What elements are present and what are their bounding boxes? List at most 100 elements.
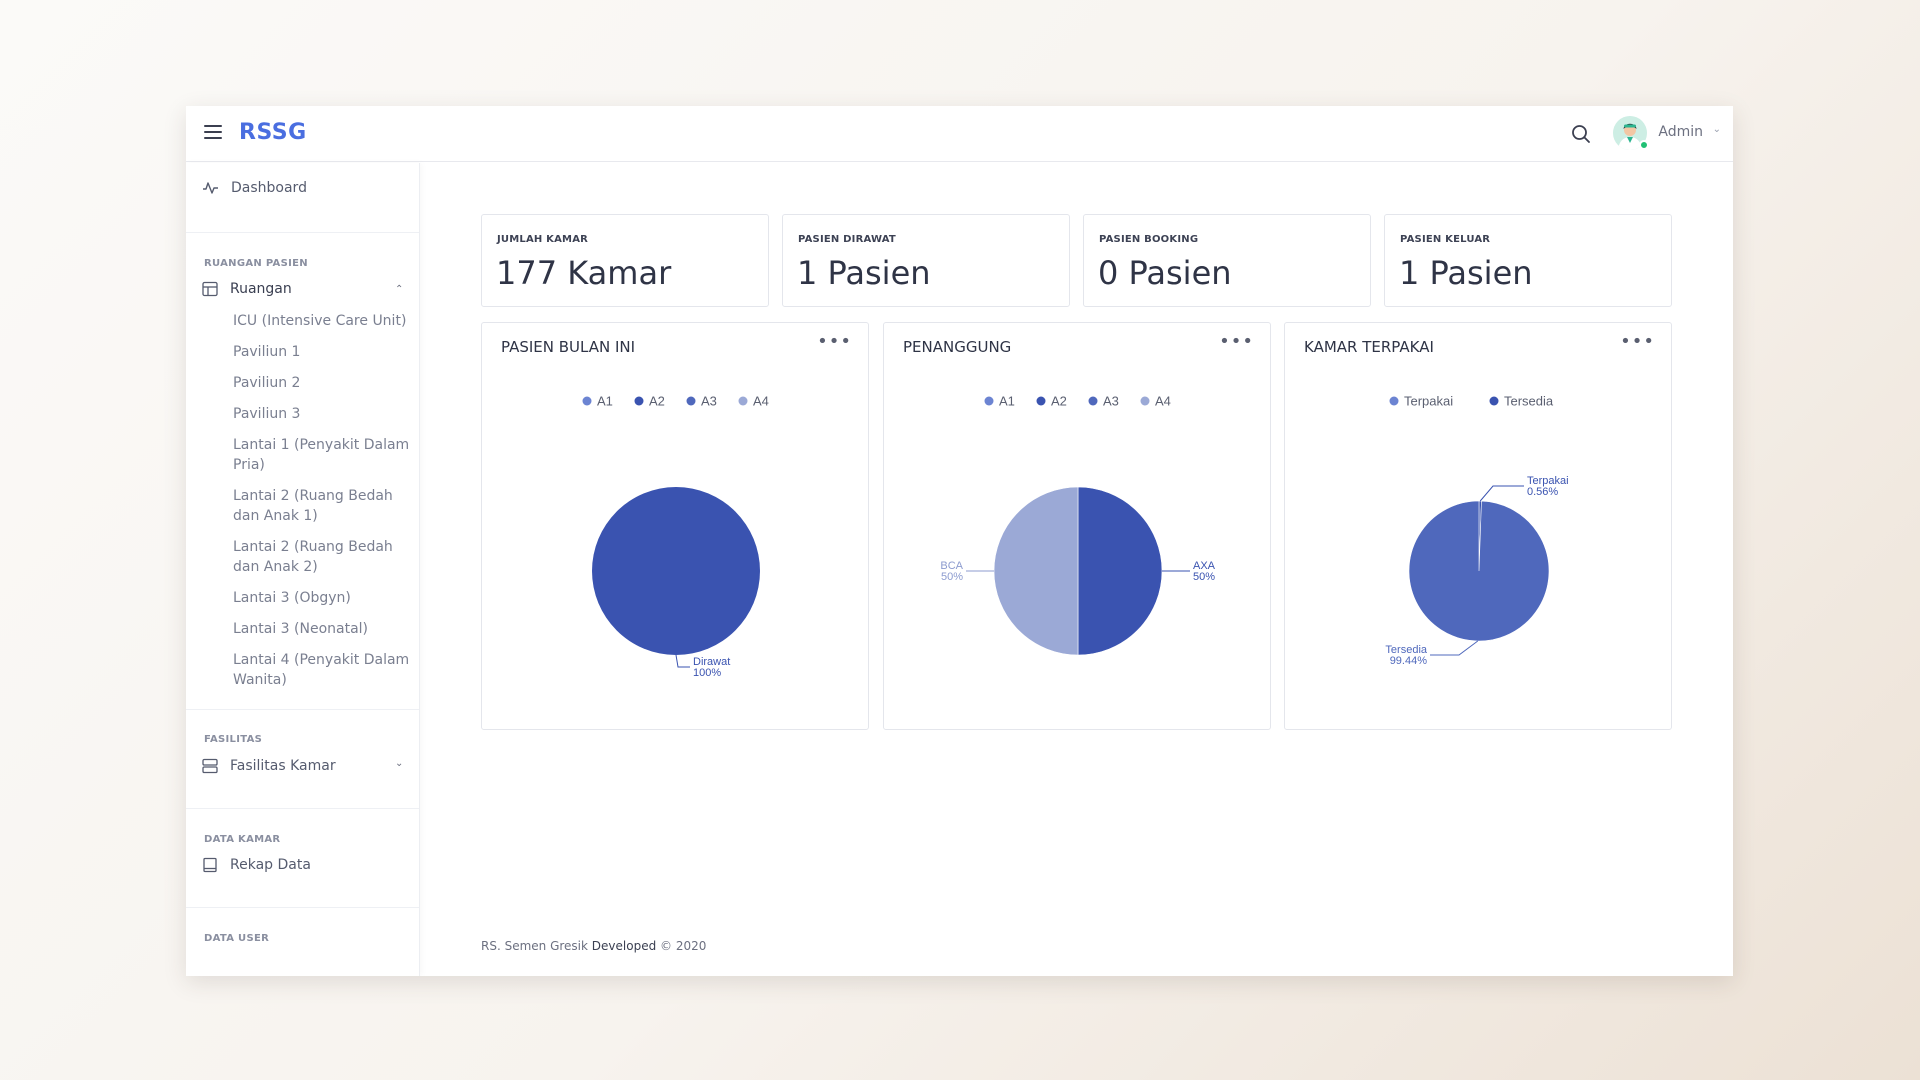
search-icon[interactable] (1569, 122, 1593, 146)
sidebar-subitem[interactable]: Lantai 2 (Ruang Bedah dan Anak 1) (233, 486, 413, 526)
pie-slice (1408, 500, 1550, 642)
stat-card-pasien-dirawat: PASIEN DIRAWAT 1 Pasien (782, 214, 1070, 307)
online-status-dot (1639, 140, 1649, 150)
chart-card-kamar-terpakai: Terpakai Tersedia Terpakai 0.56% Tersedia 99.… (1284, 322, 1672, 730)
sidebar-item-rekap-data[interactable]: Rekap Data (202, 857, 311, 873)
legend-marker (1389, 396, 1399, 406)
legend-label: A3 (1103, 394, 1119, 409)
more-options-icon[interactable]: ••• (1620, 331, 1655, 352)
chart-title: PENANGGUNG (903, 338, 1012, 356)
sidebar-subitem[interactable]: Paviliun 3 (233, 404, 413, 424)
section-heading-fasilitas: FASILITAS (204, 734, 263, 745)
footer-copyright: © 2020 (660, 939, 707, 953)
stat-value: 0 Pasien (1098, 254, 1232, 292)
label-connector (1430, 640, 1479, 656)
legend-label: A2 (649, 394, 665, 409)
section-heading-data-kamar: DATA KAMAR (204, 834, 281, 845)
sidebar-item-dashboard[interactable]: Dashboard (202, 180, 307, 196)
legend-marker (1036, 396, 1046, 406)
legend-marker (686, 396, 696, 406)
sidebar-subitem[interactable]: Paviliun 2 (233, 373, 413, 393)
pie-chart: A1 A2 A3 A4AXA50%BCA50% (940, 394, 1216, 656)
sidebar-subitem[interactable]: ICU (Intensive Care Unit) (233, 311, 413, 331)
data-label: 99.44% (1390, 655, 1428, 667)
stat-card-jumlah-kamar: JUMLAH KAMAR 177 Kamar (481, 214, 769, 307)
label-connector (675, 654, 690, 668)
footer-developed-link[interactable]: Developed (592, 939, 656, 953)
sidebar: Dashboard RUANGAN PASIEN Ruangan ⌃ ICU (… (186, 163, 420, 976)
stat-value: 1 Pasien (797, 254, 931, 292)
chart-card-pasien-bulan-ini: A1 A2 A3 A4 Dirawat 100% PASIEN BULAN INI ••• (481, 322, 869, 730)
activity-icon (203, 182, 218, 194)
sidebar-divider (186, 907, 419, 908)
sidebar-item-fasilitas-kamar[interactable]: Fasilitas Kamar (202, 758, 336, 774)
stat-value: 177 Kamar (496, 254, 672, 292)
stat-label: PASIEN BOOKING (1099, 234, 1199, 245)
stat-card-pasien-keluar: PASIEN KELUAR 1 Pasien (1384, 214, 1672, 307)
stat-label: PASIEN DIRAWAT (798, 234, 896, 245)
sidebar-item-ruangan[interactable]: Ruangan (202, 281, 292, 297)
data-label: 0.56% (1527, 486, 1558, 498)
pie-chart: A1 A2 A3 A4Dirawat100% (582, 394, 769, 679)
section-heading-ruangan-pasien: RUANGAN PASIEN (204, 258, 308, 269)
sidebar-subitem[interactable]: Lantai 3 (Obgyn) (233, 588, 413, 608)
legend-marker (1489, 396, 1499, 406)
chevron-up-icon[interactable]: ⌃ (395, 284, 403, 295)
sidebar-item-label: Ruangan (230, 281, 292, 297)
legend-label: A4 (1155, 394, 1171, 409)
data-label: 50% (941, 571, 963, 583)
stat-card-pasien-booking: PASIEN BOOKING 0 Pasien (1083, 214, 1371, 307)
user-name[interactable]: Admin (1658, 124, 1703, 140)
legend-marker (1088, 396, 1098, 406)
hamburger-menu-icon[interactable] (204, 125, 222, 143)
server-icon (202, 758, 218, 774)
brand-logo[interactable]: RSSG (239, 120, 307, 145)
legend-label: Tersedia (1504, 394, 1554, 409)
chart-title: PASIEN BULAN INI (501, 338, 636, 356)
top-navbar: RSSG Admin ⌄ (186, 106, 1733, 162)
legend-label: A3 (701, 394, 717, 409)
legend-label: Terpakai (1404, 394, 1453, 409)
more-options-icon[interactable]: ••• (1219, 331, 1254, 352)
sidebar-subitem[interactable]: Lantai 1 (Penyakit Dalam Pria) (233, 435, 413, 475)
sidebar-subitem[interactable]: Lantai 4 (Penyakit Dalam Wanita) (233, 650, 413, 690)
sidebar-subitem[interactable]: Paviliun 1 (233, 342, 413, 362)
more-options-icon[interactable]: ••• (817, 331, 852, 352)
data-label: 50% (1193, 571, 1215, 583)
chart-title: KAMAR TERPAKAI (1304, 338, 1434, 356)
sidebar-divider (186, 709, 419, 710)
stat-label: PASIEN KELUAR (1400, 234, 1491, 245)
pie-slice (1077, 486, 1163, 656)
legend-label: A1 (999, 394, 1015, 409)
pie-chart: Terpakai TersediaTerpakai0.56%Tersedia99.… (1385, 394, 1568, 668)
sidebar-item-label: Dashboard (231, 180, 307, 196)
layout-icon (202, 281, 218, 297)
footer: RS. Semen Gresik Developed © 2020 (481, 939, 706, 953)
data-label: 100% (693, 667, 721, 679)
chevron-down-icon[interactable]: ⌄ (1713, 124, 1721, 135)
legend-label: A4 (753, 394, 769, 409)
sidebar-item-label: Fasilitas Kamar (230, 758, 336, 774)
legend-marker (1140, 396, 1150, 406)
footer-org: RS. Semen Gresik (481, 939, 588, 953)
chart-card-penanggung: A1 A2 A3 A4 AXA 50% BCA 50% PENANGGUNG ••• (883, 322, 1271, 730)
legend-marker (634, 396, 644, 406)
legend-marker (582, 396, 592, 406)
stat-label: JUMLAH KAMAR (497, 234, 589, 245)
chevron-down-icon[interactable]: ⌄ (395, 758, 403, 769)
legend-label: A2 (1051, 394, 1067, 409)
sidebar-subitem[interactable]: Lantai 2 (Ruang Bedah dan Anak 2) (233, 537, 413, 577)
stat-value: 1 Pasien (1399, 254, 1533, 292)
label-connector (1479, 485, 1524, 502)
pie-slice (592, 487, 760, 655)
pie-slice (993, 486, 1079, 656)
sidebar-divider (186, 808, 419, 809)
app-window: RSSG Admin ⌄ Dashboard RUANGAN PASIEN Ru… (186, 106, 1733, 976)
legend-marker (984, 396, 994, 406)
section-heading-data-user: DATA USER (204, 933, 270, 944)
sidebar-subitem[interactable]: Lantai 3 (Neonatal) (233, 619, 413, 639)
book-icon (203, 857, 217, 873)
legend-label: A1 (597, 394, 613, 409)
legend-marker (738, 396, 748, 406)
sidebar-divider (186, 232, 419, 233)
